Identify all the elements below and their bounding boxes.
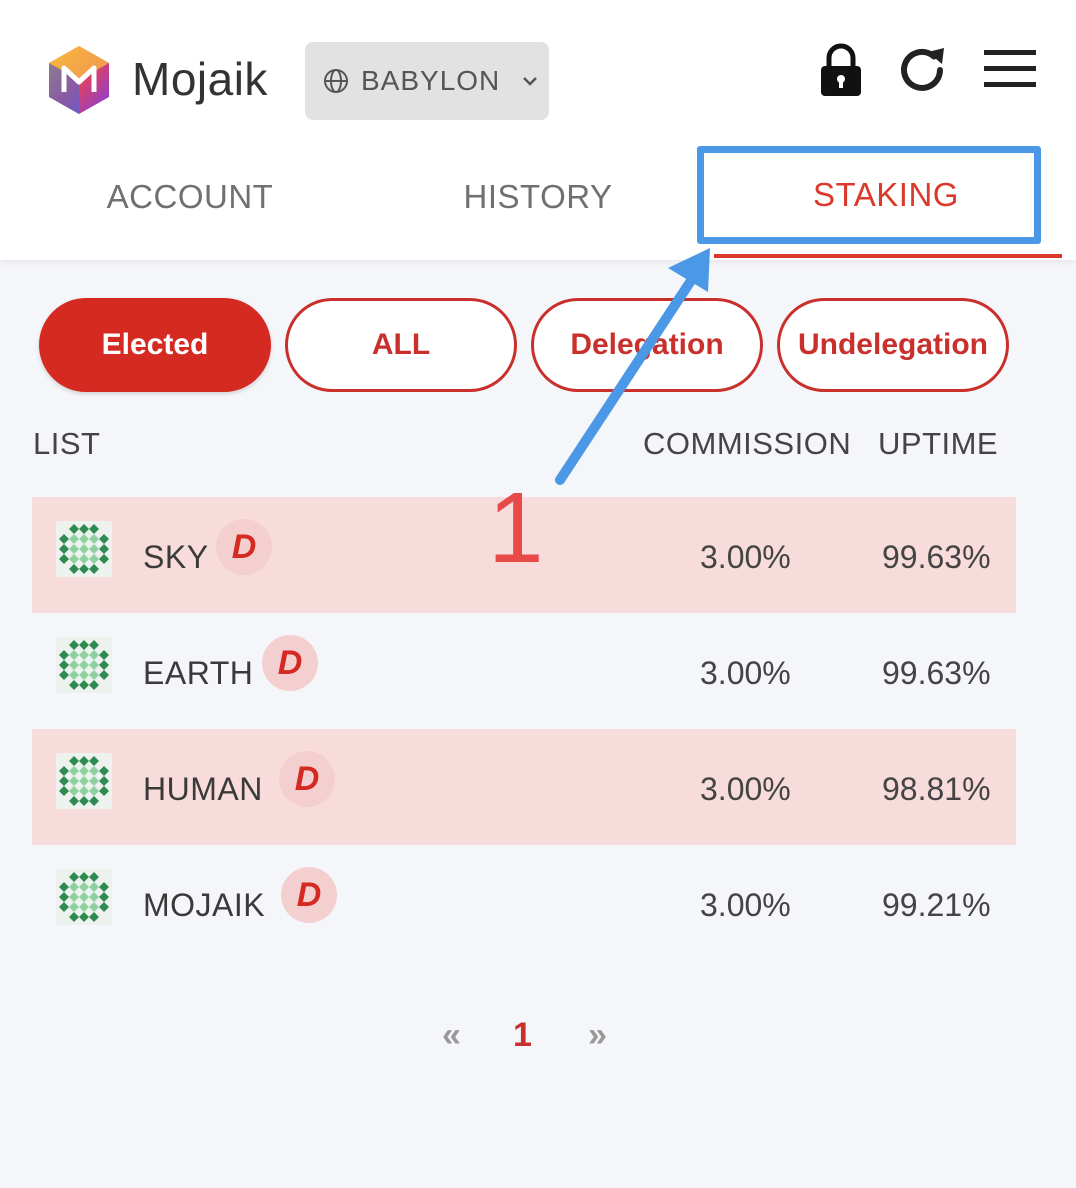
network-selector[interactable]: BABYLON bbox=[305, 42, 549, 120]
validator-row[interactable]: EARTH D 3.00% 99.63% bbox=[32, 613, 1016, 729]
validator-name: HUMAN bbox=[143, 771, 263, 807]
tab-account[interactable]: ACCOUNT bbox=[20, 178, 360, 216]
filter-elected-button[interactable]: Elected bbox=[39, 298, 271, 392]
validator-avatar-icon bbox=[56, 521, 112, 577]
lock-icon[interactable] bbox=[818, 42, 864, 98]
validator-name: EARTH bbox=[143, 655, 254, 691]
filter-delegation-button[interactable]: Delegation bbox=[531, 298, 763, 392]
validator-row[interactable]: MOJAIK D 3.00% 99.21% bbox=[32, 845, 1016, 961]
validator-row[interactable]: HUMAN D 3.00% 98.81% bbox=[32, 729, 1016, 845]
filter-undelegation-button[interactable]: Undelegation bbox=[777, 298, 1009, 392]
tab-history[interactable]: HISTORY bbox=[368, 178, 708, 216]
validator-uptime: 99.63% bbox=[882, 539, 991, 575]
delegated-badge: D bbox=[262, 635, 318, 691]
filter-all-button[interactable]: ALL bbox=[285, 298, 517, 392]
pagination-page-number[interactable]: 1 bbox=[513, 1016, 532, 1055]
validator-commission: 3.00% bbox=[700, 887, 791, 923]
column-header-list: LIST bbox=[33, 426, 101, 461]
validator-avatar-icon bbox=[56, 637, 112, 693]
pagination-prev-button[interactable]: « bbox=[442, 1016, 461, 1055]
pagination-next-button[interactable]: » bbox=[588, 1016, 607, 1055]
validator-uptime: 99.63% bbox=[882, 655, 991, 691]
annotation-step-number: 1 bbox=[488, 472, 544, 584]
validator-name: MOJAIK bbox=[143, 887, 266, 923]
tab-staking[interactable]: STAKING bbox=[716, 176, 1056, 214]
app-header: Mojaik BABYLON ACCOUNT HISTORY STAKING bbox=[0, 0, 1076, 260]
validator-commission: 3.00% bbox=[700, 771, 791, 807]
validator-uptime: 98.81% bbox=[882, 771, 991, 807]
validator-avatar-icon bbox=[56, 869, 112, 925]
column-header-uptime: UPTIME bbox=[878, 426, 999, 461]
active-tab-indicator bbox=[714, 254, 1062, 258]
app-brand-name: Mojaik bbox=[132, 53, 268, 105]
network-selected-label: BABYLON bbox=[361, 65, 501, 96]
delegated-badge: D bbox=[279, 751, 335, 807]
validator-commission: 3.00% bbox=[700, 539, 791, 575]
delegated-badge: D bbox=[216, 519, 272, 575]
column-header-commission: COMMISSION bbox=[643, 426, 852, 461]
validator-name: SKY bbox=[143, 539, 209, 575]
validator-avatar-icon bbox=[56, 753, 112, 809]
globe-icon bbox=[324, 69, 348, 93]
validator-commission: 3.00% bbox=[700, 655, 791, 691]
delegated-badge: D bbox=[281, 867, 337, 923]
chevron-down-icon bbox=[523, 77, 538, 86]
mojaik-logo-icon[interactable] bbox=[46, 44, 112, 116]
refresh-icon[interactable] bbox=[896, 44, 952, 96]
menu-icon[interactable] bbox=[982, 48, 1038, 90]
validator-uptime: 99.21% bbox=[882, 887, 991, 923]
